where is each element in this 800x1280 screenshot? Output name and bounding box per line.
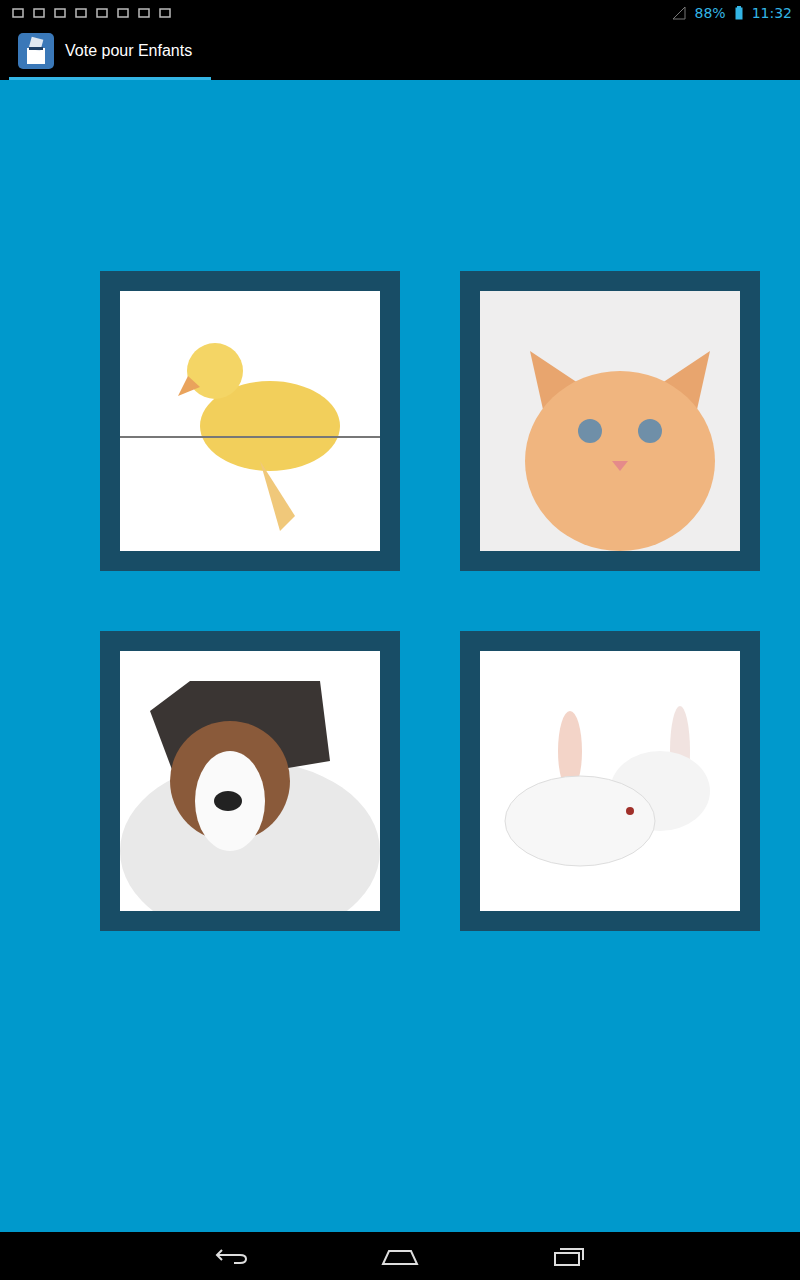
choice-card[interactable] [100, 271, 400, 571]
battery-icon [735, 6, 743, 20]
navigation-bar [0, 1232, 800, 1280]
home-icon [381, 1246, 419, 1266]
status-bar: 88% 11:32 [0, 0, 800, 25]
choice-card[interactable] [100, 631, 400, 931]
action-bar: Vote pour Enfants [0, 25, 800, 80]
image-icon [54, 7, 66, 19]
battery-level: 88% [695, 6, 726, 20]
choice-card[interactable] [460, 631, 760, 931]
android-icon [138, 7, 150, 19]
recents-icon [552, 1245, 586, 1267]
choice-card[interactable] [460, 271, 760, 571]
back-button[interactable] [210, 1242, 252, 1270]
rabbits-photo [480, 651, 740, 911]
recents-button[interactable] [548, 1241, 590, 1271]
back-icon [214, 1246, 248, 1266]
download-icon [12, 7, 24, 19]
choice-grid [0, 80, 800, 1232]
screen: 88% 11:32 Vote pour Enfants [0, 0, 800, 1280]
kitten-photo [480, 291, 740, 551]
inbox-icon [159, 7, 171, 19]
clock: 11:32 [752, 6, 792, 20]
duckling-photo [120, 291, 380, 551]
signal-icon [672, 6, 686, 20]
ballot-box-icon [17, 32, 55, 70]
mail-icon [96, 7, 108, 19]
app-icon [117, 7, 129, 19]
trash-icon [33, 7, 45, 19]
mail-icon [75, 7, 87, 19]
app-title: Vote pour Enfants [65, 42, 192, 60]
home-button[interactable] [377, 1242, 423, 1270]
dog-photo [120, 651, 380, 911]
